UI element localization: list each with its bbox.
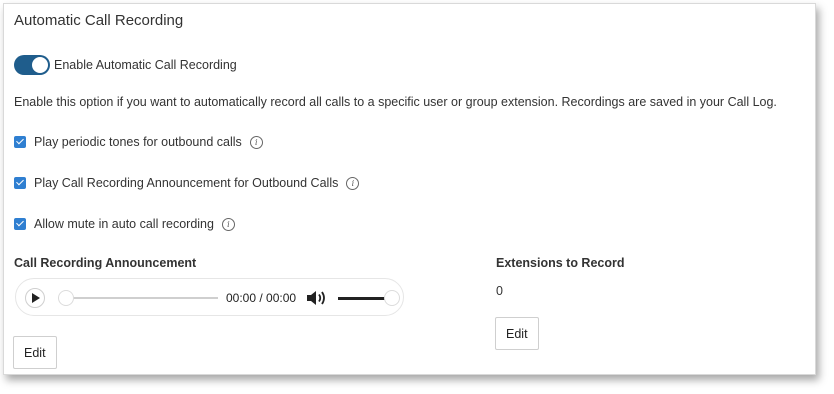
enable-recording-row: Enable Automatic Call Recording <box>14 55 237 75</box>
edit-announcement-button[interactable]: Edit <box>13 336 57 369</box>
volume-thumb[interactable] <box>384 290 400 306</box>
panel-title: Automatic Call Recording <box>14 12 184 29</box>
announcement-heading: Call Recording Announcement <box>14 256 197 270</box>
announcement-outbound-label: Play Call Recording Announcement for Out… <box>34 176 339 190</box>
time-display: 00:00 / 00:00 <box>226 291 297 305</box>
info-icon[interactable]: i <box>249 135 263 149</box>
extensions-value: 0 <box>496 284 503 298</box>
automatic-call-recording-panel: Automatic Call Recording Enable Automati… <box>3 3 816 375</box>
periodic-tones-label: Play periodic tones for outbound calls <box>34 135 242 149</box>
option-allow-mute: Allow mute in auto call recording i <box>14 217 235 231</box>
seek-bar[interactable] <box>58 297 218 299</box>
extensions-heading: Extensions to Record <box>496 256 625 270</box>
volume-icon[interactable] <box>305 289 327 307</box>
volume-slider[interactable] <box>338 297 388 300</box>
option-announcement-outbound: Play Call Recording Announcement for Out… <box>14 176 360 190</box>
audio-player: 00:00 / 00:00 <box>15 278 404 316</box>
edit-extensions-button[interactable]: Edit <box>495 317 539 350</box>
allow-mute-checkbox[interactable] <box>14 218 26 230</box>
toggle-knob <box>32 57 48 73</box>
announcement-outbound-checkbox[interactable] <box>14 177 26 189</box>
play-icon[interactable] <box>25 288 45 308</box>
allow-mute-label: Allow mute in auto call recording <box>34 217 214 231</box>
periodic-tones-checkbox[interactable] <box>14 136 26 148</box>
seek-thumb[interactable] <box>58 290 74 306</box>
recording-description: Enable this option if you want to automa… <box>14 95 777 109</box>
enable-recording-label: Enable Automatic Call Recording <box>54 58 237 72</box>
option-periodic-tones: Play periodic tones for outbound calls i <box>14 135 263 149</box>
enable-recording-toggle[interactable] <box>14 55 50 75</box>
info-icon[interactable]: i <box>221 217 235 231</box>
info-icon[interactable]: i <box>346 176 360 190</box>
